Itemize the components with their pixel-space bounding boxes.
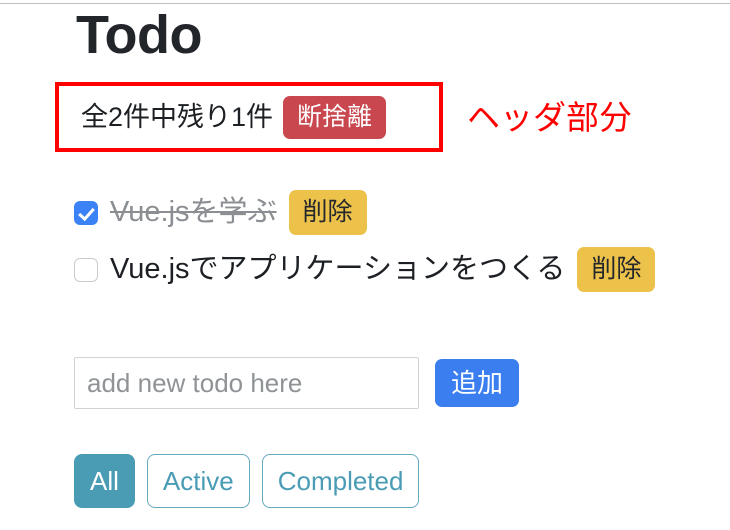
annotation-header-label: ヘッダ部分	[467, 99, 632, 136]
todo-item: Vue.jsでアプリケーションをつくる 削除	[74, 247, 720, 292]
todo-list: Vue.jsを学ぶ 削除 Vue.jsでアプリケーションをつくる 削除	[74, 190, 720, 304]
header-region: 全2件中残り1件 断捨離	[59, 86, 439, 148]
todo-checkbox-unchecked[interactable]	[74, 257, 98, 282]
page-title: Todo	[76, 5, 202, 65]
filter-active-button[interactable]: Active	[146, 454, 250, 508]
delete-todo-button[interactable]: 削除	[288, 190, 367, 235]
purge-completed-button[interactable]: 断捨離	[283, 95, 387, 139]
todo-item-label: Vue.jsを学ぶ	[110, 196, 277, 228]
new-todo-input[interactable]	[74, 357, 419, 409]
add-todo-form: 追加	[74, 357, 520, 409]
filter-button-group: All Active Completed	[74, 454, 431, 508]
header-annotation-box: 全2件中残り1件 断捨離	[55, 82, 443, 152]
filter-completed-button[interactable]: Completed	[261, 454, 420, 508]
add-todo-button[interactable]: 追加	[435, 359, 520, 407]
filter-all-button[interactable]: All	[74, 454, 135, 508]
todo-checkbox-checked[interactable]	[74, 200, 98, 225]
delete-todo-button[interactable]: 削除	[577, 247, 656, 292]
todo-app: Todo 全2件中残り1件 断捨離 ヘッダ部分 Vue.jsを学ぶ 削除 Vue…	[0, 0, 730, 530]
todo-item: Vue.jsを学ぶ 削除	[74, 190, 720, 235]
remaining-count-text: 全2件中残り1件	[81, 101, 274, 132]
todo-item-label: Vue.jsでアプリケーションをつくる	[110, 253, 566, 285]
